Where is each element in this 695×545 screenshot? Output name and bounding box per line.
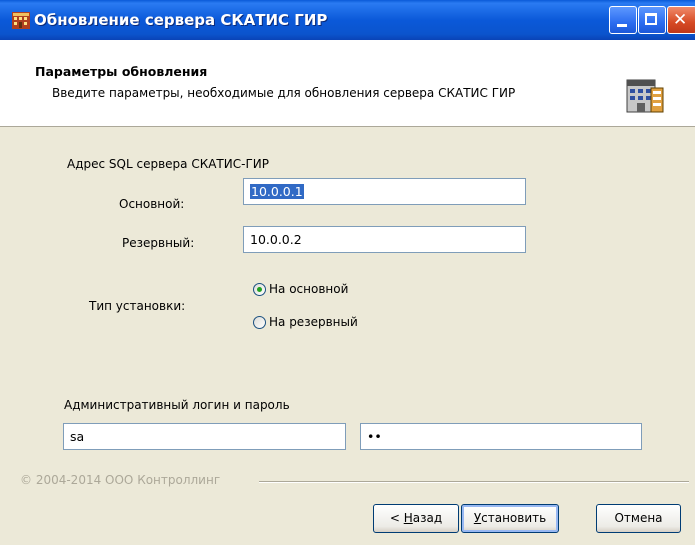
- admin-login-input[interactable]: sa: [63, 423, 346, 450]
- footer-divider: [259, 481, 689, 483]
- back-hotkey: Н: [403, 511, 413, 525]
- close-button[interactable]: ✕: [667, 6, 695, 34]
- primary-server-value: 10.0.0.1: [250, 184, 304, 199]
- window-title: Обновление сервера СКАТИС ГИР: [34, 11, 328, 29]
- back-prefix: <: [389, 511, 404, 525]
- radio-backup-label[interactable]: На резервный: [269, 315, 358, 329]
- page-subtitle: Введите параметры, необходимые для обнов…: [52, 86, 516, 100]
- install-label-rest: становить: [481, 511, 547, 525]
- wizard-header: Параметры обновления Введите параметры, …: [0, 40, 695, 127]
- sql-section-label: Адрес SQL сервера СКАТИС-ГИР: [67, 157, 269, 171]
- back-button[interactable]: < Назад: [373, 504, 459, 533]
- radio-primary-label[interactable]: На основной: [269, 282, 348, 296]
- admin-login-value: sa: [70, 429, 85, 444]
- page-title: Параметры обновления: [35, 64, 208, 79]
- server-building-icon: [626, 79, 664, 113]
- install-type-label: Тип установки:: [89, 299, 186, 313]
- primary-server-input[interactable]: 10.0.0.1: [243, 178, 526, 205]
- close-icon: ✕: [673, 10, 688, 30]
- installer-window: Обновление сервера СКАТИС ГИР ✕ Параметр…: [0, 0, 695, 545]
- minimize-button[interactable]: [609, 6, 637, 34]
- minimize-icon: [617, 24, 627, 27]
- maximize-button[interactable]: [638, 6, 666, 34]
- radio-primary[interactable]: [253, 283, 266, 296]
- admin-password-value: ••: [367, 429, 382, 444]
- backup-server-input[interactable]: 10.0.0.2: [243, 226, 526, 253]
- primary-server-label: Основной:: [119, 197, 185, 211]
- app-icon: [12, 12, 30, 29]
- admin-password-input[interactable]: ••: [360, 423, 642, 450]
- radio-backup[interactable]: [253, 316, 266, 329]
- copyright-text: © 2004-2014 ООО Контроллинг: [20, 473, 221, 487]
- back-label-rest: азад: [412, 511, 443, 525]
- admin-credentials-label: Административный логин и пароль: [64, 398, 290, 412]
- backup-server-value: 10.0.0.2: [250, 232, 302, 247]
- cancel-button[interactable]: Отмена: [596, 504, 681, 533]
- backup-server-label: Резервный:: [122, 236, 195, 250]
- maximize-icon: [645, 13, 657, 25]
- install-button[interactable]: Установить: [461, 504, 559, 533]
- title-bar[interactable]: Обновление сервера СКАТИС ГИР ✕: [0, 0, 695, 40]
